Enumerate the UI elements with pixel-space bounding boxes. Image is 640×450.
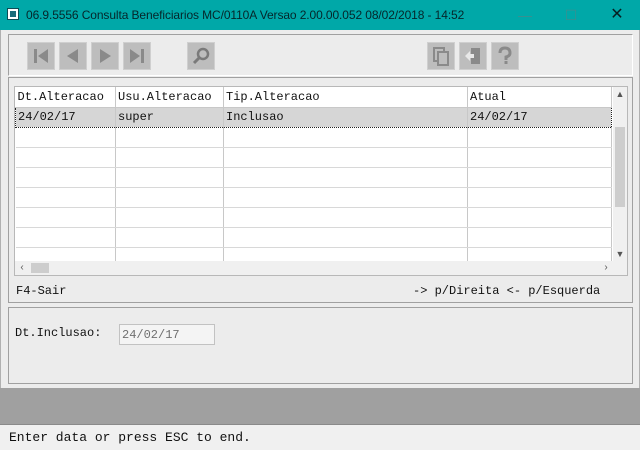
column-header[interactable]: Atual bbox=[467, 87, 612, 108]
minimize-button[interactable]: — bbox=[502, 0, 548, 30]
table-row[interactable]: 24/02/17 super Inclusao 24/02/17 bbox=[15, 106, 612, 128]
scroll-down-icon[interactable]: ▼ bbox=[613, 247, 627, 261]
history-panel: Dt.Alteracao Usu.Alteracao Tip.Alteracao… bbox=[8, 77, 633, 303]
table-row[interactable] bbox=[15, 127, 612, 148]
scroll-up-icon[interactable]: ▲ bbox=[613, 87, 627, 101]
cell-usu-alteracao: super bbox=[115, 106, 224, 128]
column-header[interactable]: Dt.Alteracao bbox=[15, 87, 116, 108]
navigation-hint: -> p/Direita <- p/Esquerda bbox=[413, 284, 601, 298]
table-row[interactable] bbox=[15, 207, 612, 228]
inclusao-label: Dt.Inclusao: bbox=[15, 326, 102, 340]
detail-panel: Dt.Inclusao: 24/02/17 bbox=[8, 307, 633, 384]
status-bar: Enter data or press ESC to end. bbox=[0, 424, 640, 450]
horizontal-scroll-thumb[interactable] bbox=[31, 263, 49, 273]
column-header[interactable]: Usu.Alteracao bbox=[115, 87, 224, 108]
search-button[interactable] bbox=[187, 42, 215, 70]
exit-hint: F4-Sair bbox=[16, 284, 67, 298]
previous-record-icon bbox=[67, 49, 78, 63]
history-grid[interactable]: Dt.Alteracao Usu.Alteracao Tip.Alteracao… bbox=[14, 86, 628, 276]
title-bar: 06.9.5556 Consulta Beneficiarios MC/0110… bbox=[0, 0, 640, 30]
first-record-icon bbox=[34, 49, 48, 63]
maximize-button[interactable]: ☐ bbox=[548, 0, 594, 30]
window-title: 06.9.5556 Consulta Beneficiarios MC/0110… bbox=[26, 8, 465, 22]
help-icon bbox=[498, 46, 512, 64]
vertical-scrollbar[interactable]: ▲ ▼ bbox=[613, 87, 627, 261]
copy-icon bbox=[433, 47, 449, 66]
gray-band bbox=[0, 388, 640, 424]
column-header[interactable]: Tip.Alteracao bbox=[223, 87, 468, 108]
horizontal-scrollbar[interactable]: ‹ › bbox=[15, 261, 627, 275]
table-row[interactable] bbox=[15, 147, 612, 168]
next-record-button[interactable] bbox=[91, 42, 119, 70]
copy-button[interactable] bbox=[427, 42, 455, 70]
previous-record-button[interactable] bbox=[59, 42, 87, 70]
app-icon bbox=[7, 8, 19, 20]
help-button[interactable] bbox=[491, 42, 519, 70]
table-row[interactable] bbox=[15, 187, 612, 208]
first-record-button[interactable] bbox=[27, 42, 55, 70]
vertical-scroll-thumb[interactable] bbox=[615, 127, 625, 207]
table-row[interactable] bbox=[15, 227, 612, 248]
table-header-row: Dt.Alteracao Usu.Alteracao Tip.Alteracao… bbox=[15, 87, 612, 108]
last-record-icon bbox=[130, 49, 144, 63]
cell-dt-alteracao: 24/02/17 bbox=[15, 106, 116, 128]
exit-door-icon bbox=[465, 48, 480, 64]
history-table: Dt.Alteracao Usu.Alteracao Tip.Alteracao… bbox=[15, 87, 612, 268]
table-row[interactable] bbox=[15, 167, 612, 188]
close-button[interactable]: ✕ bbox=[594, 0, 640, 30]
exit-button[interactable] bbox=[459, 42, 487, 70]
search-icon bbox=[192, 47, 210, 65]
scroll-right-icon[interactable]: › bbox=[599, 261, 613, 275]
main-frame: Dt.Alteracao Usu.Alteracao Tip.Alteracao… bbox=[0, 30, 640, 388]
cell-atual: 24/02/17 bbox=[467, 106, 612, 128]
cell-tip-alteracao: Inclusao bbox=[223, 106, 468, 128]
last-record-button[interactable] bbox=[123, 42, 151, 70]
next-record-icon bbox=[100, 49, 111, 63]
scroll-left-icon[interactable]: ‹ bbox=[15, 261, 29, 275]
status-message: Enter data or press ESC to end. bbox=[9, 430, 251, 445]
inclusao-field: 24/02/17 bbox=[119, 324, 215, 345]
toolbar bbox=[8, 34, 633, 76]
